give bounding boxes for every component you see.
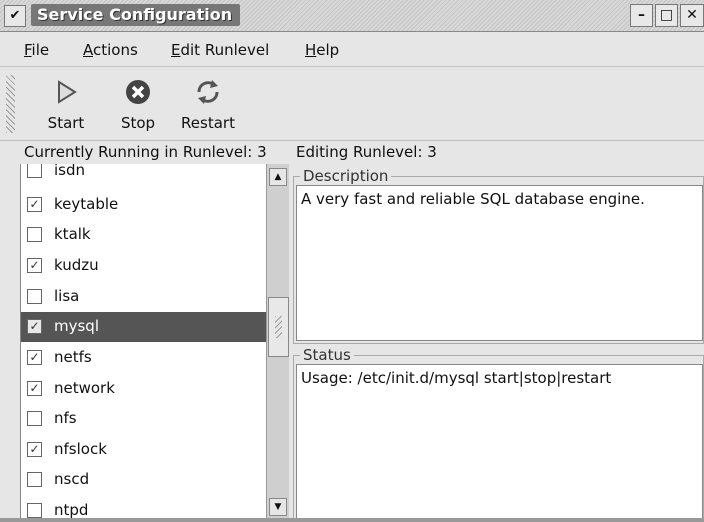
service-checkbox[interactable] <box>27 227 42 242</box>
scroll-up-arrow-icon[interactable]: ▲ <box>269 168 287 186</box>
menu-edit-runlevel[interactable]: Edit Runlevel <box>171 41 269 59</box>
service-checkbox[interactable] <box>27 503 42 518</box>
title-bar: ✔ Service Configuration – □ ✕ <box>0 0 704 32</box>
play-icon <box>58 80 77 104</box>
menu-file[interactable]: File <box>24 41 49 59</box>
service-checkbox[interactable]: ✓ <box>27 442 42 457</box>
menu-actions[interactable]: Actions <box>83 41 138 59</box>
service-name: lisa <box>54 287 80 305</box>
window-bottom-edge <box>0 518 704 522</box>
service-checkbox[interactable] <box>27 289 42 304</box>
restart-button[interactable]: Restart <box>178 73 238 137</box>
service-checkbox[interactable] <box>27 472 42 487</box>
service-checkbox[interactable]: ✓ <box>27 319 42 334</box>
stop-button[interactable]: Stop <box>108 73 168 137</box>
service-checkbox[interactable] <box>27 164 42 178</box>
start-button[interactable]: Start <box>36 73 96 137</box>
scroll-down-arrow-icon[interactable]: ▼ <box>269 498 287 516</box>
restart-icon <box>197 80 219 104</box>
status-text: Usage: /etc/init.d/mysql start|stop|rest… <box>301 369 612 387</box>
minimize-button[interactable]: – <box>630 4 653 27</box>
service-name: keytable <box>54 195 119 213</box>
window-title: Service Configuration <box>31 4 241 26</box>
service-name: kudzu <box>54 256 99 274</box>
service-checkbox[interactable]: ✓ <box>27 381 42 396</box>
service-name: mysql <box>54 317 99 335</box>
list-item[interactable]: nfs <box>21 404 267 434</box>
window-menu-button[interactable]: ✔ <box>4 5 26 27</box>
restart-label: Restart <box>181 114 235 132</box>
description-panel: A very fast and reliable SQL database en… <box>296 185 703 341</box>
list-item[interactable]: ✓ keytable <box>21 190 267 220</box>
service-checkbox[interactable]: ✓ <box>27 197 42 212</box>
list-item[interactable]: ntpd <box>21 496 267 520</box>
service-list-scrollbar[interactable]: ▲ ▼ <box>266 164 289 520</box>
status-panel: Usage: /etc/init.d/mysql start|stop|rest… <box>296 364 703 520</box>
list-item[interactable]: ✓ nfslock <box>21 435 267 465</box>
service-list[interactable]: isdn ✓ keytable ktalk ✓ kudzu lisa ✓ mys… <box>20 164 267 520</box>
list-item-selected[interactable]: ✓ mysql <box>21 312 267 342</box>
scrollbar-thumb[interactable] <box>268 297 289 357</box>
editing-runlevel-text: Editing Runlevel: 3 <box>296 143 437 161</box>
service-checkbox[interactable]: ✓ <box>27 258 42 273</box>
stop-label: Stop <box>120 114 156 132</box>
toolbar: Start Stop Restart <box>0 67 704 141</box>
service-name: nfs <box>54 409 77 427</box>
close-button[interactable]: ✕ <box>680 4 704 27</box>
toolbar-grip-handle[interactable] <box>6 75 15 133</box>
service-name: ktalk <box>54 225 91 243</box>
service-name: ntpd <box>54 501 89 519</box>
list-item[interactable]: ✓ network <box>21 374 267 404</box>
stop-icon <box>126 80 150 104</box>
service-name: netfs <box>54 348 92 366</box>
list-item[interactable]: lisa <box>21 282 267 312</box>
service-checkbox[interactable]: ✓ <box>27 350 42 365</box>
current-runlevel-text: Currently Running in Runlevel: 3 <box>24 143 267 161</box>
service-name: nfslock <box>54 440 107 458</box>
list-item[interactable]: ✓ kudzu <box>21 251 267 281</box>
start-label: Start <box>47 114 85 132</box>
maximize-button[interactable]: □ <box>655 4 678 27</box>
description-text: A very fast and reliable SQL database en… <box>301 190 645 208</box>
description-label: Description <box>300 167 392 185</box>
menu-help[interactable]: Help <box>305 41 339 59</box>
menu-bar: File Actions Edit Runlevel Help <box>0 32 704 67</box>
service-checkbox[interactable] <box>27 411 42 426</box>
service-name: isdn <box>54 164 86 179</box>
service-name: network <box>54 379 115 397</box>
list-item[interactable]: nscd <box>21 465 267 495</box>
status-label: Status <box>300 346 354 364</box>
list-item[interactable]: ✓ netfs <box>21 343 267 373</box>
list-item[interactable]: ktalk <box>21 220 267 250</box>
service-name: nscd <box>54 470 90 488</box>
list-item[interactable]: isdn <box>21 164 267 186</box>
